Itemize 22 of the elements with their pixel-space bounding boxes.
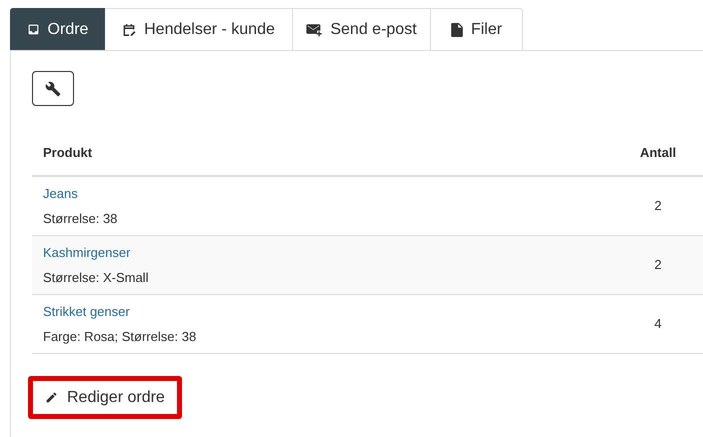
file-icon <box>450 22 463 36</box>
tab[interactable]: Hendelser - kunde <box>105 8 293 50</box>
calendar-icon <box>122 22 136 36</box>
quantity-cell-text: 2 <box>653 256 663 274</box>
product-details: Farge: Rosa; Størrelse: 38 <box>43 328 196 346</box>
product-link[interactable]: Jeans <box>43 184 78 204</box>
mail-plus-icon <box>306 22 322 36</box>
column-header: Produkt <box>42 144 92 162</box>
settings-button[interactable] <box>32 71 74 106</box>
wrench-icon <box>45 80 61 96</box>
tab[interactable]: Send e-post <box>293 8 431 50</box>
product-link[interactable]: Kashmirgenser <box>43 243 130 262</box>
product-link[interactable]: Strikket genser <box>43 302 130 322</box>
quantity-cell-text: 2 <box>653 197 663 216</box>
inbox-icon <box>26 23 40 36</box>
tab[interactable]: Filer <box>431 8 523 50</box>
product-details: Størrelse: X-Small <box>43 268 148 286</box>
product-details: Størrelse: 38 <box>43 210 118 228</box>
pencil-icon <box>45 391 58 404</box>
column-header: Antall <box>638 144 678 162</box>
quantity-cell-text: 4 <box>653 315 663 334</box>
tab[interactable]: Ordre <box>10 8 105 50</box>
